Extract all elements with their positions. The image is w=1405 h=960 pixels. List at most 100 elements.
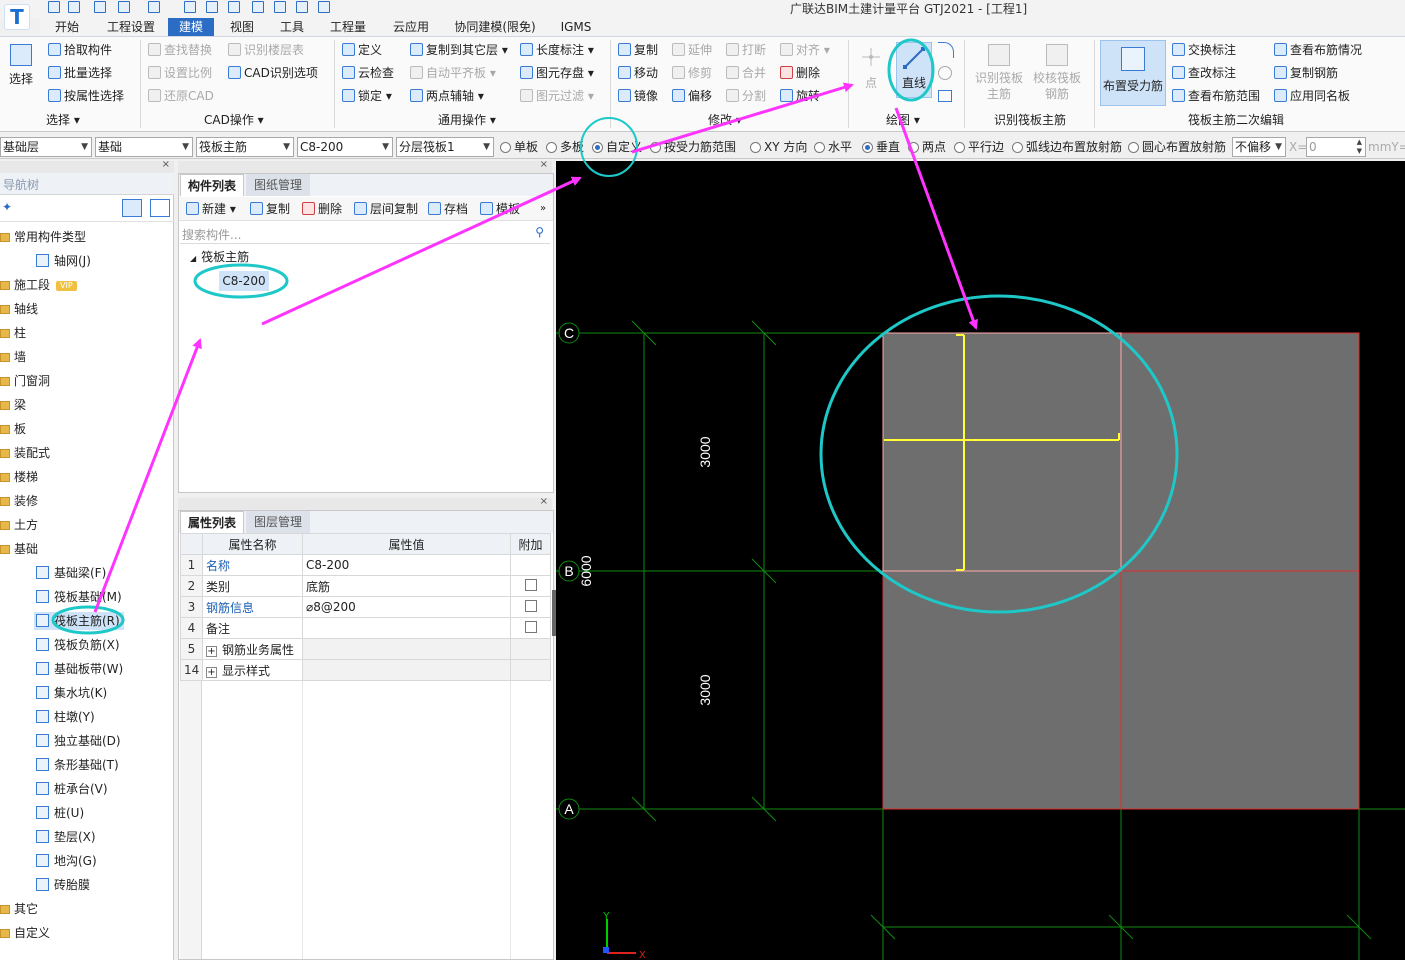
menu-tab-view[interactable]: 视图	[222, 18, 262, 36]
nav-item-21[interactable]: 独立基础(D)	[36, 732, 121, 750]
spinner-icon[interactable]: ▲ ▼	[1357, 138, 1362, 156]
copy-button[interactable]: 复制	[618, 41, 658, 59]
radio-by-rebar-range[interactable]: 按受力筋范围	[650, 138, 736, 156]
menu-tab-cloud[interactable]: 云应用	[386, 18, 436, 36]
property-value[interactable]: ⌀8@200	[302, 596, 511, 618]
line-draw-button[interactable]: 直线	[896, 42, 932, 98]
batch-select-button[interactable]: 批量选择	[48, 64, 112, 82]
floor-copy-button[interactable]: 层间复制	[354, 200, 418, 218]
add-icon[interactable]: ✦	[2, 200, 12, 214]
offset-select[interactable]: 不偏移 ▼	[1232, 137, 1286, 157]
select-group-label[interactable]: 选择 ▾	[46, 111, 80, 128]
nav-item-0[interactable]: 常用构件类型	[0, 228, 86, 246]
property-value[interactable]: 底筋	[302, 575, 511, 597]
nav-item-4[interactable]: 柱	[0, 324, 26, 342]
component-group[interactable]: ◢ 筏板主筋	[190, 248, 249, 266]
cad-options-button[interactable]: CAD识别选项	[228, 64, 318, 82]
delete-button[interactable]: 删除	[780, 64, 820, 82]
radio-horizontal[interactable]: 水平	[814, 138, 852, 156]
close-icon[interactable]: ×	[540, 496, 548, 507]
swap-label-button[interactable]: 交换标注	[1172, 41, 1236, 59]
menu-tab-project-settings[interactable]: 工程设置	[100, 18, 162, 36]
checkbox[interactable]	[524, 620, 537, 633]
view-icon[interactable]	[228, 1, 240, 13]
floor-select[interactable]: 基础层 ▼	[0, 137, 92, 157]
nav-item-2[interactable]: 施工段 VIP	[0, 276, 77, 294]
nav-item-27[interactable]: 砖胎膜	[36, 876, 90, 894]
extend-button[interactable]: 延伸	[672, 41, 712, 59]
sum-icon[interactable]	[184, 1, 196, 13]
select-big-button[interactable]: 选择	[5, 42, 37, 104]
rotate-button[interactable]: 旋转	[780, 87, 844, 105]
copy-to-layer-button[interactable]: 复制到其它层 ▾	[410, 41, 508, 59]
nav-item-23[interactable]: 桩承台(V)	[36, 780, 108, 798]
tab-layer-management[interactable]: 图层管理	[246, 511, 310, 533]
radio-xy-direction[interactable]: XY 方向	[750, 138, 807, 156]
close-icon[interactable]: ×	[162, 159, 170, 170]
define-button[interactable]: 定义	[342, 41, 382, 59]
menu-tab-collab[interactable]: 协同建模(限免)	[446, 18, 544, 36]
recognize-floor-table-button[interactable]: 识别楼层表	[228, 41, 304, 59]
align-button[interactable]: 对齐 ▾	[780, 41, 830, 59]
merge-button[interactable]: 合并	[726, 64, 766, 82]
break-button[interactable]: 打断	[726, 41, 766, 59]
menu-tab-tools[interactable]: 工具	[272, 18, 312, 36]
property-row[interactable]: 4 备注	[180, 617, 551, 639]
nav-item-5[interactable]: 墙	[0, 348, 26, 366]
set-scale-button[interactable]: 设置比例	[148, 64, 212, 82]
restore-cad-button[interactable]: 还原CAD	[148, 87, 214, 105]
property-value[interactable]: C8-200	[302, 554, 511, 576]
export-icon[interactable]	[318, 1, 330, 13]
view-rebar-status-button[interactable]: 查看布筋情况	[1274, 41, 1362, 59]
checkbox[interactable]	[524, 578, 537, 591]
nav-item-19[interactable]: 集水坑(K)	[36, 684, 107, 702]
expand-icon[interactable]: +	[206, 645, 217, 657]
general-group-label[interactable]: 通用操作 ▾	[438, 111, 496, 128]
property-value[interactable]	[302, 638, 511, 660]
tab-drawing-management[interactable]: 图纸管理	[246, 174, 310, 196]
nav-item-16[interactable]: 筏板主筋(R)	[34, 612, 124, 630]
move-button[interactable]: 移动	[618, 64, 658, 82]
offset-button[interactable]: 偏移	[672, 87, 712, 105]
lock-button[interactable]: 锁定 ▾	[342, 87, 392, 105]
radio-arc-edge-radial[interactable]: 弧线边布置放射筋	[1012, 138, 1122, 156]
nav-item-28[interactable]: 其它	[0, 900, 38, 918]
nav-item-15[interactable]: 筏板基础(M)	[36, 588, 122, 606]
checkbox[interactable]	[524, 599, 537, 612]
component-type-select[interactable]: 筏板主筋 ▼	[196, 137, 294, 157]
menu-tab-modeling[interactable]: 建模	[168, 18, 214, 36]
archive-button[interactable]: 存档	[428, 200, 468, 218]
nav-item-22[interactable]: 条形基础(T)	[36, 756, 119, 774]
nav-item-11[interactable]: 装修	[0, 492, 38, 510]
collapse-triangle-icon[interactable]: ◢	[190, 254, 196, 263]
edit-label-button[interactable]: 查改标注	[1172, 64, 1236, 82]
search-component-input[interactable]: 搜索构件... ⚲	[180, 224, 550, 244]
nav-item-20[interactable]: 柱墩(Y)	[36, 708, 95, 726]
pick-component-button[interactable]: 拾取构件	[48, 41, 112, 59]
save-icon[interactable]	[94, 1, 106, 13]
nav-item-26[interactable]: 地沟(G)	[36, 852, 97, 870]
nav-item-24[interactable]: 桩(U)	[36, 804, 84, 822]
element-save-button[interactable]: 图元存盘 ▾	[520, 64, 594, 82]
nav-item-13[interactable]: 基础	[0, 540, 38, 558]
radio-custom[interactable]: 自定义	[592, 138, 642, 156]
select-by-attr-button[interactable]: 按属性选择	[48, 87, 124, 105]
x-offset-input[interactable]: 0 ▲ ▼	[1306, 137, 1366, 157]
mirror-button[interactable]: 镜像	[618, 87, 658, 105]
recognize-raft-rebar-button[interactable]: 识别筏板主筋	[972, 44, 1026, 110]
apply-same-name-button[interactable]: 应用同名板	[1274, 87, 1350, 105]
nav-item-6[interactable]: 门窗洞	[0, 372, 50, 390]
circle-draw-icon[interactable]	[938, 66, 952, 80]
element-filter-button[interactable]: 图元过滤 ▾	[520, 87, 594, 105]
new-component-button[interactable]: 新建 ▾	[186, 200, 236, 218]
component-item-c8-200[interactable]: C8-200	[219, 271, 269, 291]
point-draw-button[interactable]: 点	[856, 42, 886, 98]
length-dim-button[interactable]: 长度标注 ▾	[520, 41, 594, 59]
grid-icon[interactable]	[296, 1, 308, 13]
table-icon[interactable]	[274, 1, 286, 13]
radio-single-slab[interactable]: 单板	[500, 138, 538, 156]
nav-item-12[interactable]: 土方	[0, 516, 38, 534]
category-select[interactable]: 基础 ▼	[95, 137, 193, 157]
auto-align-slab-button[interactable]: 自动平齐板 ▾	[410, 64, 496, 82]
property-row[interactable]: 2 类别 底筋	[180, 575, 551, 597]
